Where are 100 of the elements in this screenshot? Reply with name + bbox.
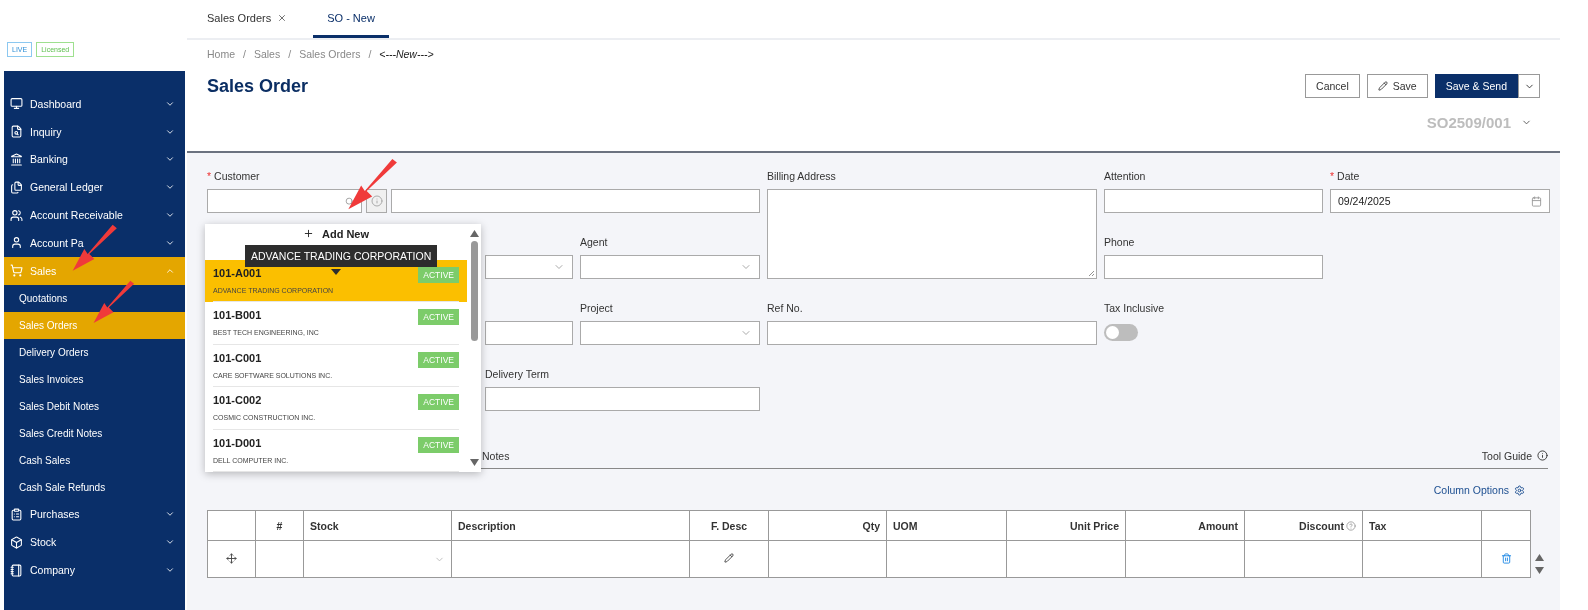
customer-code: 101-B001	[213, 309, 262, 324]
pencil-icon	[1377, 81, 1388, 91]
save-send-button[interactable]: Save & Send	[1434, 74, 1518, 98]
date-field[interactable]: 09/24/2025	[1330, 189, 1550, 213]
info-button[interactable]	[366, 189, 387, 213]
sidebar-item[interactable]: Stock	[4, 528, 185, 557]
scroll-down-icon[interactable]	[469, 459, 479, 466]
calendar-icon[interactable]	[1531, 195, 1542, 207]
tool-guide-link[interactable]: Tool Guide	[1481, 449, 1548, 462]
table-cell[interactable]	[255, 540, 304, 578]
sidebar-item[interactable]: Company	[4, 556, 185, 584]
field-label: Project	[580, 302, 614, 316]
sidebar-subitem[interactable]: Delivery Orders	[4, 338, 185, 366]
breadcrumb-separator: /	[243, 48, 246, 60]
info-icon	[370, 195, 383, 207]
column-header: Unit Price	[1006, 510, 1126, 541]
table-cell[interactable]	[689, 540, 769, 578]
close-icon[interactable]	[277, 12, 288, 23]
sidebar-item[interactable]: Account Receivable	[4, 201, 185, 229]
breadcrumb-item: <---New--->	[379, 48, 434, 60]
clipboard-icon	[10, 507, 23, 521]
table-cell[interactable]	[886, 540, 1007, 578]
breadcrumb-item[interactable]: Sales Orders	[299, 48, 361, 60]
column-header: Amount	[1125, 510, 1245, 541]
input-field[interactable]	[485, 321, 573, 345]
breadcrumb-separator: /	[368, 48, 372, 60]
table-cell[interactable]	[303, 540, 452, 578]
phone-field[interactable]	[1104, 255, 1323, 279]
dropdown-button[interactable]	[1518, 74, 1540, 98]
agent-select[interactable]	[580, 255, 760, 279]
page-title: Sales Order	[207, 75, 309, 97]
customer-name-field[interactable]	[391, 189, 760, 213]
cancel-button[interactable]: Cancel	[1305, 74, 1360, 98]
breadcrumb-item[interactable]: Sales	[253, 48, 281, 60]
tooltip: ADVANCE TRADING CORPORATION	[245, 245, 438, 267]
customer-code: 101-C002	[213, 394, 262, 409]
scroll-up-icon[interactable]	[469, 230, 479, 237]
people-icon	[10, 208, 23, 222]
select-field[interactable]	[485, 255, 573, 279]
field-label: Delivery Term	[485, 368, 550, 382]
scroll-down-icon[interactable]	[1535, 567, 1544, 574]
column-header: Discount	[1244, 510, 1363, 541]
project-select[interactable]	[580, 321, 760, 345]
billing-address-field[interactable]	[767, 189, 1097, 279]
sidebar-item[interactable]: General Ledger	[4, 173, 185, 202]
table-cell[interactable]	[1362, 540, 1482, 578]
trash-icon[interactable]	[1500, 552, 1512, 564]
sidebar-subitem[interactable]: Cash Sale Refunds	[4, 473, 185, 501]
customer-code: 101-A001	[213, 266, 262, 281]
field-label: Agent	[580, 236, 609, 250]
save-button[interactable]: Save	[1366, 74, 1428, 98]
sidebar-subitem[interactable]: Sales Credit Notes	[4, 419, 185, 447]
table-cell[interactable]	[1006, 540, 1126, 578]
field-label: * Date	[1330, 170, 1361, 184]
ref-no-field[interactable]	[767, 321, 1097, 345]
pencil-icon[interactable]	[724, 553, 734, 563]
tab[interactable]: SO - New	[313, 0, 389, 38]
column-header: Stock	[303, 510, 452, 541]
sidebar-subitem[interactable]: Sales Debit Notes	[4, 392, 185, 420]
table-cell[interactable]	[1125, 540, 1245, 578]
sidebar-item[interactable]: Banking	[4, 145, 185, 174]
tab[interactable]: Sales Orders	[207, 0, 288, 38]
status-badge: ACTIVE	[418, 436, 459, 453]
sidebar-item[interactable]: Dashboard	[4, 90, 185, 118]
gear-icon	[1514, 484, 1525, 496]
sidebar-item[interactable]: Purchases	[4, 500, 185, 529]
section-tab[interactable]: Notes	[482, 449, 510, 462]
table-cell[interactable]	[451, 540, 690, 578]
sidebar-subitem[interactable]: Quotations	[4, 284, 185, 312]
document-number: SO2509/001	[1426, 114, 1511, 131]
search-icon[interactable]	[345, 196, 354, 206]
person-icon	[10, 236, 23, 250]
column-header: Description	[451, 510, 690, 541]
column-header: #	[255, 510, 304, 541]
scrollbar-thumb[interactable]	[470, 241, 478, 341]
notebook-icon	[10, 563, 23, 577]
breadcrumb-separator: /	[288, 48, 292, 60]
sidebar-subitem[interactable]: Sales Invoices	[4, 365, 185, 393]
sidebar-item[interactable]: Account Pa	[4, 229, 185, 257]
field-label: * Customer	[207, 170, 261, 184]
column-header: Qty	[768, 510, 887, 541]
table-cell[interactable]	[768, 540, 887, 578]
column-header: UOM	[886, 510, 1007, 541]
delivery-term-field[interactable]	[485, 387, 760, 411]
customer-code-field[interactable]	[207, 189, 362, 213]
sidebar-subitem[interactable]: Cash Sales	[4, 446, 185, 474]
toggle-switch[interactable]	[1104, 324, 1138, 341]
table-cell[interactable]	[1244, 540, 1363, 578]
tooltip-pointer	[331, 269, 341, 275]
bank-icon	[10, 153, 23, 166]
resize-grip-icon[interactable]	[1088, 270, 1095, 277]
column-header: Tax	[1362, 510, 1482, 541]
move-icon[interactable]	[226, 552, 237, 564]
breadcrumb-item[interactable]: Home	[207, 48, 235, 60]
attention-field[interactable]	[1104, 189, 1323, 213]
column-options-link[interactable]: Column Options	[1433, 484, 1525, 496]
column-header: F. Desc	[689, 510, 769, 541]
document-search-icon	[10, 125, 23, 139]
scroll-up-icon[interactable]	[1535, 554, 1544, 561]
sidebar-item[interactable]: Inquiry	[4, 117, 185, 146]
